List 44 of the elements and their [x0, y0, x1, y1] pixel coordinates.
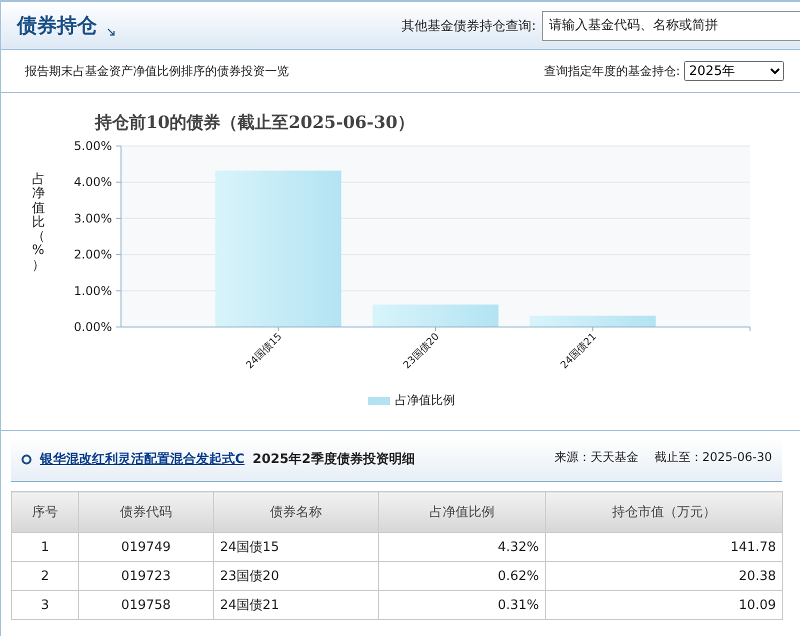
section-title: 2025年2季度债券投资明细	[252, 450, 415, 468]
table-cell: 23国债20	[214, 562, 378, 590]
y-tick-label: 2.00%	[74, 248, 112, 262]
description-text: 报告期末占基金资产净值比例排序的债券投资一览	[25, 62, 289, 80]
table-cell: 24国债21	[214, 590, 378, 620]
table-cell: 3	[12, 590, 78, 620]
table-cell: 20.38	[546, 562, 782, 590]
table-cell: 2	[12, 562, 78, 590]
table-cell: 019723	[78, 562, 214, 590]
y-tick-label: 1.00%	[74, 284, 112, 298]
y-tick-label: 3.00%	[74, 211, 112, 226]
column-header: 序号	[12, 492, 78, 532]
column-header: 债券代码	[78, 492, 214, 532]
column-header: 持仓市值（万元）	[546, 492, 782, 532]
x-tick-label: 23国债20	[402, 331, 442, 372]
legend-label: 占净值比例	[395, 392, 455, 409]
table-cell: 1	[12, 532, 78, 562]
y-tick-label: 4.00%	[74, 175, 112, 190]
table-cell: 0.31%	[378, 590, 546, 620]
circle-icon	[21, 454, 32, 464]
fund-link[interactable]: 银华混改红利灵活配置混合发起式C	[40, 450, 245, 468]
x-tick-label: 24国债21	[558, 331, 599, 372]
source-text: 来源：天天基金	[554, 449, 638, 466]
table-cell: 0.62%	[378, 562, 546, 590]
y-tick-label: 0.00%	[74, 320, 112, 334]
chart-title: 持仓前10的债券（截止至2025-06-30）	[94, 112, 416, 135]
table-cell: 019749	[78, 532, 214, 562]
year-select[interactable]: 2025年	[684, 61, 784, 81]
search-label: 其他基金债券持仓查询:	[402, 18, 536, 34]
table-cell: 10.09	[546, 590, 782, 620]
table-cell: 141.78	[546, 532, 782, 562]
column-header: 占净值比例	[378, 492, 546, 532]
table-cell: 019758	[78, 590, 214, 620]
search-field[interactable]: 请输入基金代码、名称或简拼	[542, 10, 800, 40]
as-of-date: 截止至：2025-06-30	[654, 449, 772, 466]
y-tick-label: 5.00%	[74, 141, 112, 153]
y-axis-label: 占净值比（%）	[32, 173, 45, 275]
page-title: 债券持仓	[17, 12, 97, 39]
year-label: 查询指定年度的基金持仓:	[544, 62, 680, 80]
table-cell: 4.32%	[378, 532, 546, 562]
x-tick-label: 24国债15	[244, 331, 284, 372]
column-header: 债券名称	[214, 492, 378, 532]
arrow-icon[interactable]	[107, 28, 115, 36]
table-cell: 24国债15	[214, 532, 378, 562]
